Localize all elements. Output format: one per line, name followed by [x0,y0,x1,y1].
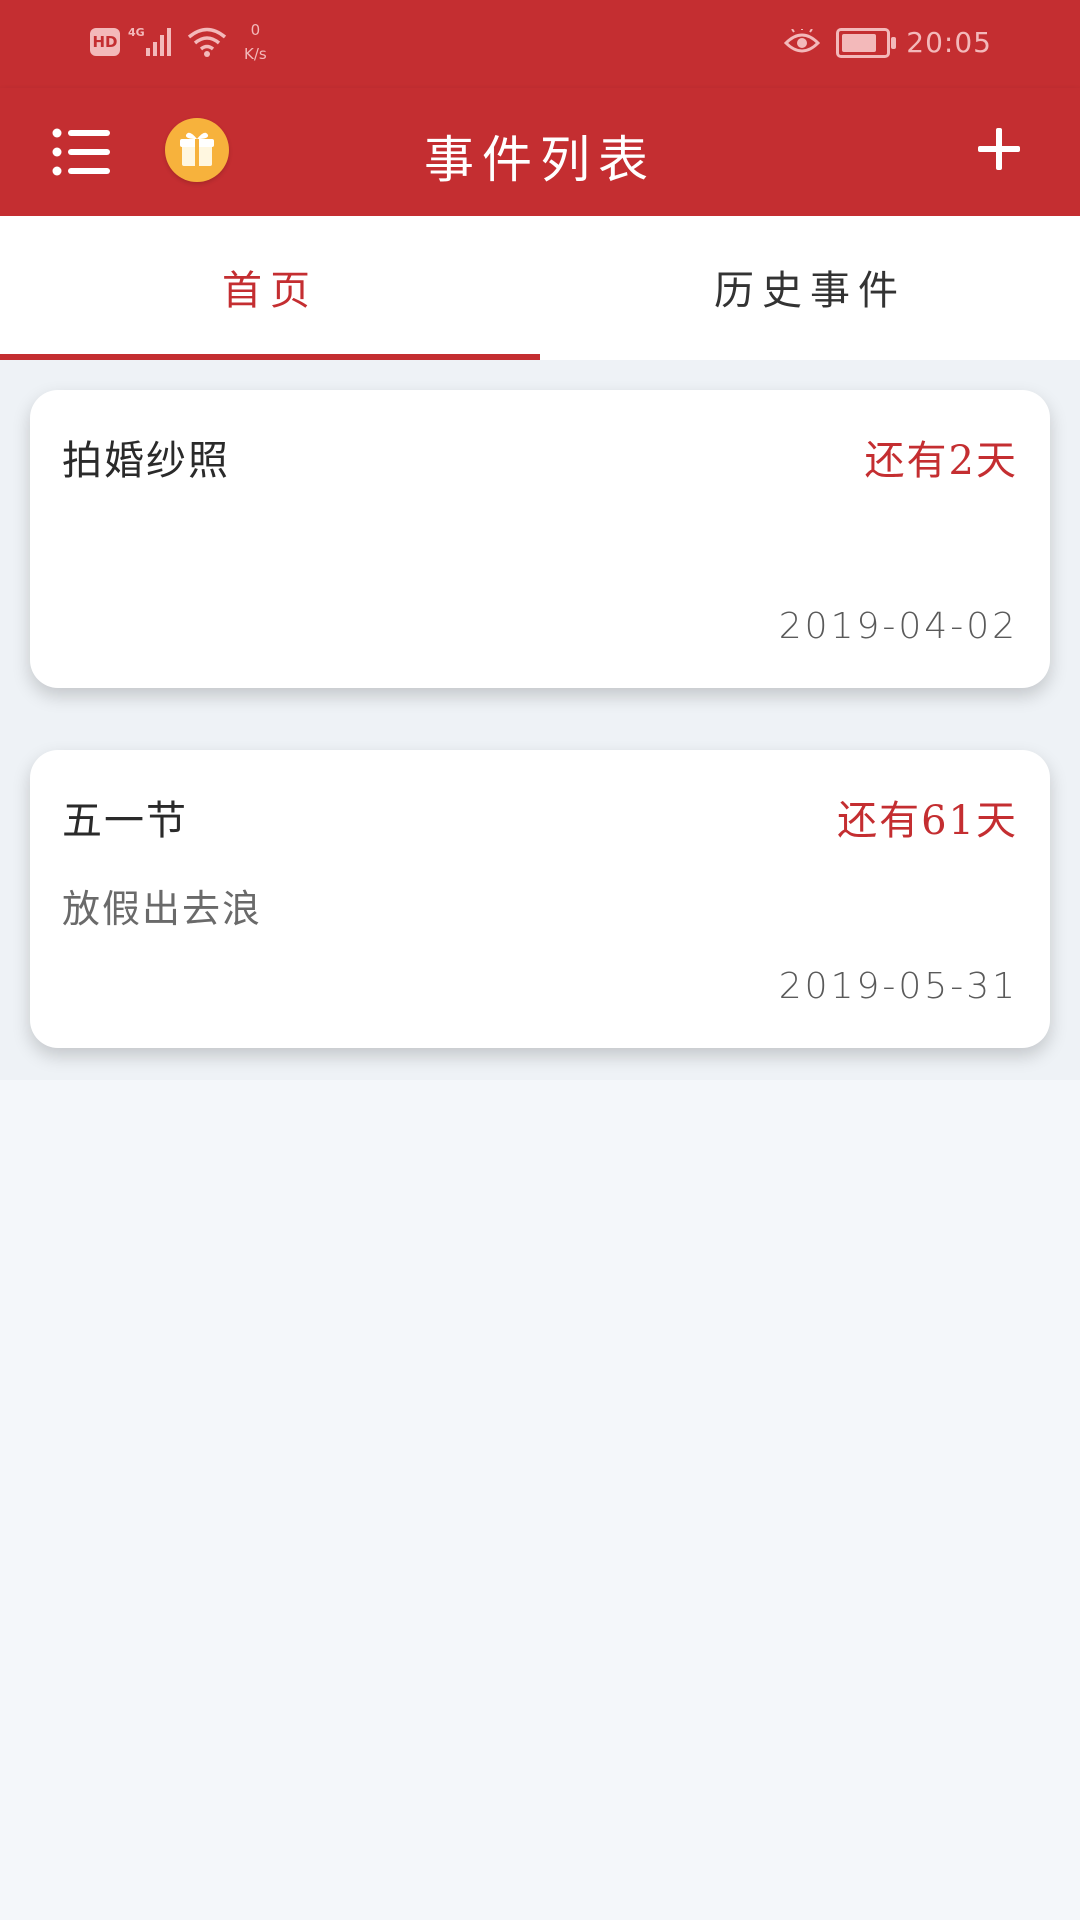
status-left: HD 4G [90,26,228,58]
event-title: 五一节 [62,798,188,844]
event-note: 放假出去浪 [62,887,263,931]
tab-home[interactable]: 首页 [0,216,540,360]
event-card[interactable]: 五一节 还有61天 放假出去浪 2019-05-31 [30,750,1050,1048]
hd-badge: HD [90,28,120,56]
speed-unit: K/s [244,45,267,63]
network-speed: 0 K/s [244,18,267,66]
tab-history[interactable]: 历史事件 [540,216,1080,360]
list-item: 拍婚纱照 还有2天 2019-04-02 [0,360,1080,720]
eye-comfort-icon [784,28,821,52]
event-remaining: 还有61天 [837,798,1018,844]
speed-value: 0 [250,21,261,39]
list-item: 五一节 还有61天 放假出去浪 2019-05-31 [0,720,1080,1080]
event-card[interactable]: 拍婚纱照 还有2天 2019-04-02 [30,390,1050,688]
status-right: 20:05 [784,26,992,59]
wifi-icon [187,27,227,57]
tab-bar: 首页 历史事件 [0,216,1080,360]
signal-label: 4G [128,26,145,39]
battery-icon [836,27,897,58]
cell-signal-icon: 4G [128,26,171,56]
event-date: 2019-05-31 [778,966,1018,1007]
event-remaining: 还有2天 [864,438,1018,484]
plus-icon[interactable] [974,124,1024,174]
status-bar: HD 4G 0 K/s 20:05 [0,0,1080,88]
page-title: 事件列表 [424,131,656,189]
app-bar: 事件列表 [0,88,1080,216]
event-title: 拍婚纱照 [62,438,230,484]
event-date: 2019-04-02 [778,606,1018,647]
clock: 20:05 [906,26,992,59]
